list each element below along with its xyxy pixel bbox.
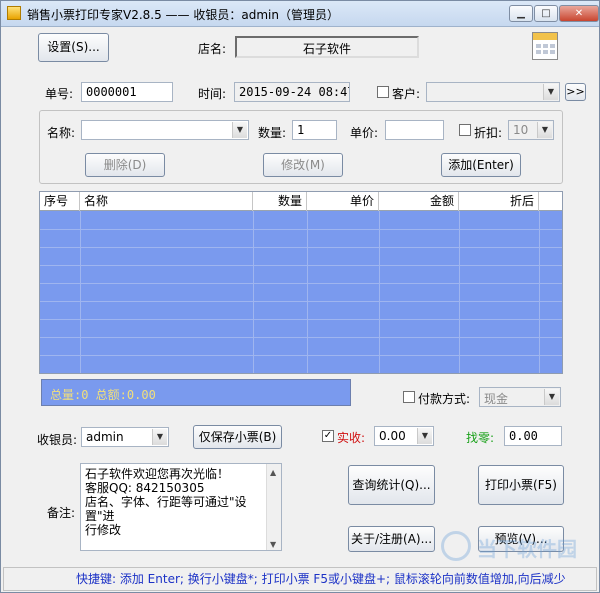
- notes-scrollbar[interactable]: ▲ ▼: [266, 464, 281, 550]
- chevron-down-icon: ▼: [152, 429, 167, 445]
- expand-customer-button[interactable]: >>: [565, 83, 586, 101]
- payment-method-checkbox[interactable]: [403, 391, 415, 403]
- change-field: 0.00: [504, 426, 562, 446]
- items-table[interactable]: 序号 名称 数量 单价 金额 折后: [39, 191, 563, 374]
- item-name-select[interactable]: ▼: [81, 120, 249, 140]
- settings-button[interactable]: 设置(S)...: [38, 33, 109, 62]
- query-stats-button[interactable]: 查询统计(Q)...: [348, 465, 435, 505]
- shortcut-hint-bar: 快捷键: 添加 Enter; 换行小键盘*; 打印小票 F5或小键盘+; 鼠标滚…: [3, 567, 597, 591]
- column-header[interactable]: 数量: [253, 192, 307, 211]
- add-button[interactable]: 添加(Enter): [441, 153, 521, 177]
- time-label: 时间:: [198, 87, 227, 101]
- title-bar[interactable]: 销售小票打印专家V2.8.5 —— 收银员：admin（管理员） ▁ □ ✕: [1, 1, 599, 27]
- item-name-label: 名称:: [47, 126, 76, 140]
- notes-label: 备注:: [47, 506, 76, 520]
- discount-checkbox[interactable]: [459, 124, 471, 136]
- column-header[interactable]: 金额: [379, 192, 459, 211]
- discount-select[interactable]: 10 ▼: [508, 120, 554, 140]
- chevron-down-icon: ▼: [544, 389, 559, 405]
- notes-line: 石子软件欢迎您再次光临！: [85, 467, 230, 481]
- window-title: 销售小票打印专家V2.8.5 —— 收银员：admin（管理员）: [27, 8, 339, 22]
- qty-field[interactable]: 1: [292, 120, 337, 140]
- notes-line: 客服QQ: 842150305: [85, 481, 205, 495]
- store-name-label: 店名:: [198, 42, 227, 56]
- received-label: 实收:: [337, 431, 366, 445]
- maximize-icon[interactable]: □: [534, 5, 558, 22]
- discount-label: 折扣:: [474, 126, 503, 140]
- app-icon: [7, 6, 21, 20]
- change-label: 找零:: [466, 431, 495, 445]
- time-field: 2015-09-24 08:47:13: [234, 82, 350, 102]
- payment-method-label: 付款方式:: [418, 392, 471, 406]
- order-no-label: 单号:: [45, 87, 74, 101]
- watermark-text: 当下软件园: [477, 537, 577, 561]
- scroll-down-icon[interactable]: ▼: [270, 538, 276, 552]
- close-icon[interactable]: ✕: [559, 5, 599, 22]
- order-no-field[interactable]: 0000001: [81, 82, 173, 102]
- chevron-down-icon: ▼: [537, 122, 552, 138]
- watermark-logo: 当下软件园: [441, 529, 591, 565]
- cashier-select[interactable]: admin ▼: [81, 427, 169, 447]
- about-register-button[interactable]: 关于/注册(A)...: [348, 526, 435, 552]
- scroll-up-icon[interactable]: ▲: [270, 466, 276, 480]
- calculator-icon[interactable]: [532, 32, 558, 60]
- received-checkbox[interactable]: ✓: [322, 430, 334, 442]
- received-field[interactable]: 0.00 ▼: [374, 426, 434, 446]
- payment-method-select[interactable]: 现金 ▼: [479, 387, 561, 407]
- price-label: 单价:: [350, 126, 379, 140]
- qty-label: 数量:: [258, 126, 287, 140]
- notes-line: 行修改: [85, 523, 122, 537]
- column-header[interactable]: 单价: [307, 192, 379, 211]
- customer-label: 客户:: [392, 87, 421, 101]
- price-field[interactable]: [385, 120, 444, 140]
- chevron-down-icon: ▼: [543, 84, 558, 100]
- notes-textarea[interactable]: 石子软件欢迎您再次光临！ 客服QQ: 842150305 店名、字体、行距等可通…: [80, 463, 282, 551]
- column-header[interactable]: 折后: [459, 192, 539, 211]
- column-header[interactable]: 名称: [80, 192, 253, 211]
- totals-summary: 总量:0 总额:0.00: [41, 379, 351, 406]
- store-name-display: 石子软件: [235, 36, 419, 58]
- column-header[interactable]: 序号: [40, 192, 80, 211]
- customer-select[interactable]: ▼: [426, 82, 560, 102]
- minimize-icon[interactable]: ▁: [509, 5, 533, 22]
- modify-button[interactable]: 修改(M): [263, 153, 343, 177]
- table-grid: [40, 211, 562, 373]
- delete-button[interactable]: 删除(D): [85, 153, 165, 177]
- notes-line: 店名、字体、行距等可通过"设置"进: [85, 495, 247, 523]
- main-window: 销售小票打印专家V2.8.5 —— 收银员：admin（管理员） ▁ □ ✕ 设…: [0, 0, 600, 593]
- chevron-down-icon: ▼: [417, 428, 432, 444]
- cashier-label: 收银员:: [37, 433, 78, 447]
- save-only-button[interactable]: 仅保存小票(B): [193, 425, 282, 449]
- chevron-down-icon: ▼: [232, 122, 247, 138]
- print-receipt-button[interactable]: 打印小票(F5): [478, 465, 564, 505]
- watermark-icon: [441, 531, 471, 561]
- table-header: 序号 名称 数量 单价 金额 折后: [40, 192, 562, 211]
- customer-checkbox[interactable]: [377, 86, 389, 98]
